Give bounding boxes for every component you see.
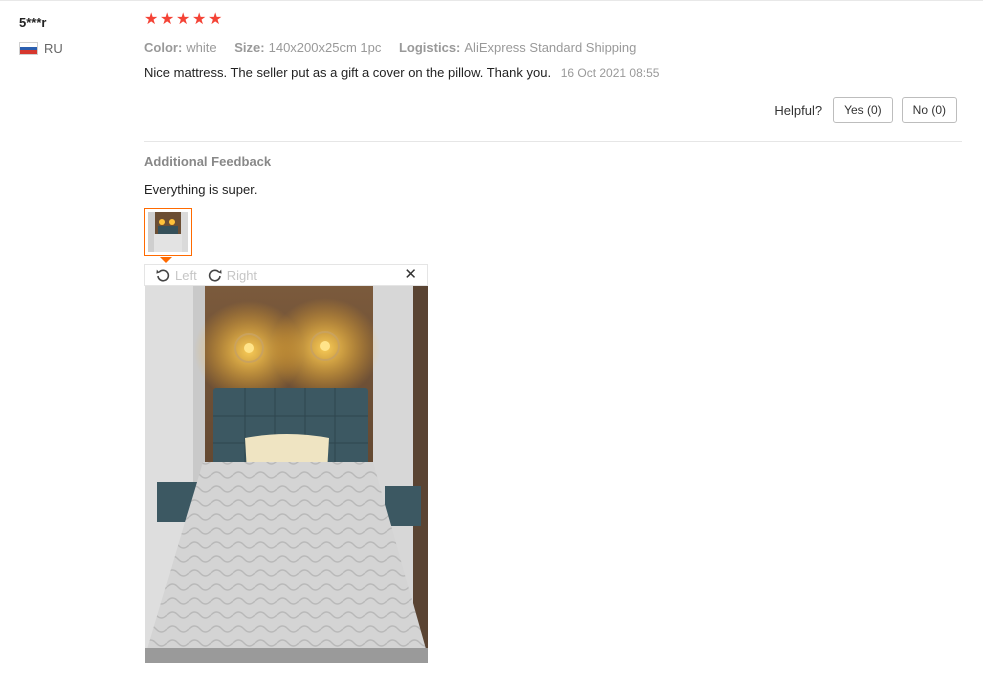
close-icon[interactable]: ✕ bbox=[404, 267, 417, 283]
star-icon: ★ bbox=[144, 11, 159, 28]
star-icon: ★ bbox=[176, 11, 191, 28]
attr-color-key: Color: bbox=[144, 40, 183, 55]
rotate-left-icon bbox=[156, 269, 170, 282]
review-date: 16 Oct 2021 08:55 bbox=[560, 66, 660, 80]
additional-feedback-title: Additional Feedback bbox=[144, 154, 272, 169]
star-icon: ★ bbox=[208, 11, 223, 28]
attr-logistics-value: AliExpress Standard Shipping bbox=[464, 40, 637, 55]
rotate-left-label: Left bbox=[175, 267, 197, 283]
rotate-left-button[interactable]: Left bbox=[155, 267, 197, 283]
attr-size-value: 140x200x25cm 1pc bbox=[268, 40, 382, 55]
bedroom-photo bbox=[145, 286, 428, 663]
helpful-yes-button[interactable]: Yes (0) bbox=[833, 97, 893, 123]
enlarged-review-photo bbox=[145, 286, 428, 663]
attr-logistics-key: Logistics: bbox=[398, 40, 461, 55]
rotate-right-icon bbox=[208, 269, 222, 282]
attr-color-value: white bbox=[186, 40, 217, 55]
order-attributes: Color: white Size: 140x200x25cm 1pc Logist… bbox=[144, 40, 650, 55]
section-divider bbox=[144, 141, 962, 142]
photo-thumbnail[interactable] bbox=[144, 208, 192, 256]
rotate-right-label: Right bbox=[226, 267, 258, 283]
thumbnail-image bbox=[148, 212, 188, 252]
star-icon: ★ bbox=[160, 11, 175, 28]
review-body: Nice mattress. The seller put as a gift … bbox=[144, 65, 659, 80]
review-text: Nice mattress. The seller put as a gift … bbox=[144, 65, 552, 80]
additional-feedback-text: Everything is super. bbox=[144, 182, 258, 197]
review-page: 5***r RU ★ ★ ★ ★ ★ Color: white Size: 140x200x… bbox=[0, 0, 983, 676]
reviewer-country: RU bbox=[19, 41, 63, 56]
helpful-vote: Helpful? Yes (0) No (0) bbox=[774, 97, 957, 123]
star-icon: ★ bbox=[192, 11, 207, 28]
top-divider bbox=[0, 0, 983, 1]
thumbnail-pointer bbox=[160, 257, 172, 263]
rotate-right-button[interactable]: Right bbox=[207, 267, 257, 283]
attr-size-key: Size: bbox=[234, 40, 265, 55]
country-code: RU bbox=[44, 41, 63, 56]
russia-flag-icon bbox=[19, 42, 38, 55]
helpful-no-button[interactable]: No (0) bbox=[901, 97, 957, 123]
helpful-label: Helpful? bbox=[774, 102, 823, 118]
image-viewer-toolbar: Left Right ✕ bbox=[144, 264, 428, 286]
reviewer-name: 5***r bbox=[19, 15, 47, 30]
star-rating: ★ ★ ★ ★ ★ bbox=[144, 11, 223, 28]
